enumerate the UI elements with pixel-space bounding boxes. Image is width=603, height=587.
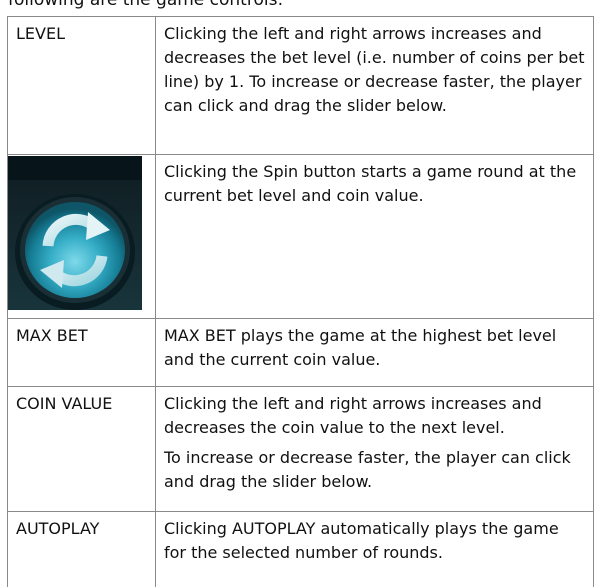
- description-level: Clicking the left and right arrows incre…: [156, 17, 594, 155]
- description-coin-value-text-2: To increase or decrease faster, the play…: [164, 446, 585, 494]
- table-row-spin: Clicking the Spin button starts a game r…: [8, 155, 594, 319]
- description-level-text: Clicking the left and right arrows incre…: [164, 22, 585, 118]
- table-row-autoplay: AUTOPLAY Clicking AUTOPLAY automatically…: [8, 512, 594, 587]
- game-controls-table: LEVEL Clicking the left and right arrows…: [7, 16, 594, 587]
- label-level: LEVEL: [8, 17, 156, 155]
- spin-icon-cell: [8, 155, 156, 319]
- description-max-bet: MAX BET plays the game at the highest be…: [156, 319, 594, 387]
- label-autoplay: AUTOPLAY: [8, 512, 156, 587]
- description-spin-text: Clicking the Spin button starts a game r…: [164, 160, 585, 208]
- description-max-bet-text: MAX BET plays the game at the highest be…: [164, 324, 585, 372]
- description-coin-value-text-1: Clicking the left and right arrows incre…: [164, 392, 585, 440]
- cut-off-heading: following are the game controls:: [8, 0, 283, 10]
- spin-button-icon: [8, 156, 142, 310]
- description-spin: Clicking the Spin button starts a game r…: [156, 155, 594, 319]
- description-autoplay: Clicking AUTOPLAY automatically plays th…: [156, 512, 594, 587]
- table-row-max-bet: MAX BET MAX BET plays the game at the hi…: [8, 319, 594, 387]
- table-row-level: LEVEL Clicking the left and right arrows…: [8, 17, 594, 155]
- description-autoplay-text: Clicking AUTOPLAY automatically plays th…: [164, 517, 585, 565]
- description-coin-value: Clicking the left and right arrows incre…: [156, 387, 594, 512]
- label-coin-value: COIN VALUE: [8, 387, 156, 512]
- table-row-coin-value: COIN VALUE Clicking the left and right a…: [8, 387, 594, 512]
- label-max-bet: MAX BET: [8, 319, 156, 387]
